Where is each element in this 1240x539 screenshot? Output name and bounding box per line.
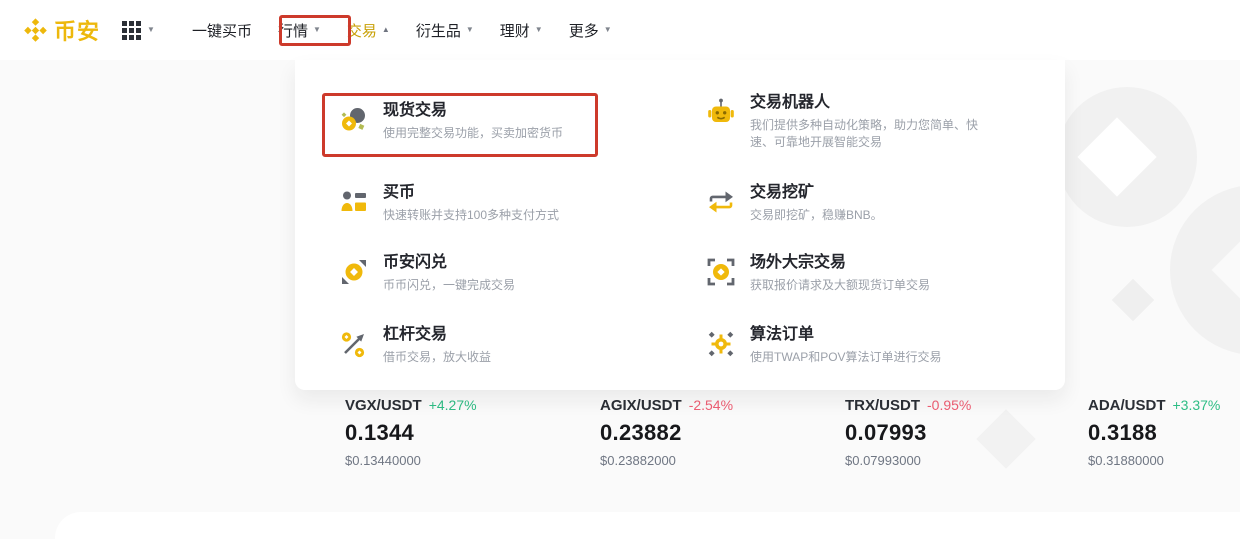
ticker-price: 0.07993: [845, 420, 927, 445]
convert-icon: [338, 256, 370, 288]
menu-item-desc: 快速转账并支持100多种支付方式: [383, 208, 560, 222]
chevron-down-icon: ▼: [147, 25, 155, 34]
menu-item-desc: 币币闪兑，一键完成交易: [383, 278, 516, 292]
menu-item-title: 币安闪兑: [383, 254, 448, 271]
nav-item-label: 衍生品: [415, 22, 461, 40]
apps-grid-icon: [122, 20, 142, 40]
trading-bot-icon: [705, 96, 737, 128]
chevron-up-icon: ▲: [381, 25, 390, 34]
trade-mining-icon: [705, 186, 737, 218]
ticker-usd-value: $0.07993000: [845, 453, 921, 468]
menu-item-title: 现货交易: [383, 102, 448, 119]
menu-item-title: 买币: [383, 184, 416, 201]
nav-item-label: 理财: [499, 22, 530, 40]
menu-item-title: 算法订单: [750, 326, 815, 343]
spot-trading-icon: [338, 104, 370, 136]
nav-item-derivatives[interactable]: 衍生品 ▼: [403, 12, 487, 49]
chevron-down-icon: ▼: [465, 25, 474, 34]
top-navbar: 币安 ▼ 一键买币 行情 ▼ 交易 ▲ 衍生品 ▼ 理财 ▼ 更多 ▼: [0, 0, 1240, 60]
binance-logo[interactable]: 币安: [22, 14, 100, 46]
binance-diamond-icon: [24, 17, 47, 42]
chevron-down-icon: ▼: [312, 25, 321, 34]
ticker-pair: ADA/USDT: [1088, 397, 1166, 414]
ticker-change: +4.27%: [428, 397, 477, 413]
nav-item-buy-crypto-express[interactable]: 一键买币: [179, 12, 265, 49]
nav-item-earn[interactable]: 理财 ▼: [487, 12, 556, 49]
ticker-pair: TRX/USDT: [845, 397, 920, 414]
ticker-card-agix[interactable]: AGIX/USDT -2.54% 0.23882 $0.23882000: [600, 397, 733, 468]
menu-item-buy-crypto[interactable]: 买币 快速转账并支持100多种支付方式: [338, 183, 559, 224]
nav-item-trade[interactable]: 交易 ▲: [334, 12, 403, 49]
menu-item-desc: 交易即挖矿，稳赚BNB。: [750, 208, 883, 222]
margin-icon: [338, 328, 370, 360]
ticker-usd-value: $0.13440000: [345, 453, 421, 468]
menu-item-desc: 我们提供多种自动化策略，助力您简单、快速、可靠地开展智能交易: [750, 118, 979, 149]
buy-crypto-icon: [338, 186, 370, 218]
nav-item-markets[interactable]: 行情 ▼: [265, 12, 334, 49]
ticker-card-trx[interactable]: TRX/USDT -0.95% 0.07993 $0.07993000: [845, 397, 971, 468]
ticker-change: -2.54%: [688, 397, 734, 413]
menu-item-desc: 借币交易，放大收益: [383, 350, 492, 364]
menu-item-margin[interactable]: 杠杆交易 借币交易，放大收益: [338, 325, 491, 366]
menu-item-convert[interactable]: 币安闪兑 币币闪兑，一键完成交易: [338, 253, 515, 294]
nav-item-label: 一键买币: [191, 22, 252, 40]
trade-dropdown-panel: 现货交易 使用完整交易功能，买卖加密货币 买币 快速转账并支持100多种支付方式…: [295, 60, 1065, 390]
ticker-change: -0.95%: [927, 397, 972, 413]
menu-item-title: 交易挖矿: [750, 184, 815, 201]
ticker-change: +3.37%: [1172, 397, 1221, 413]
ticker-price: 0.1344: [345, 420, 415, 445]
menu-item-title: 场外大宗交易: [750, 254, 847, 271]
ticker-pair: AGIX/USDT: [600, 397, 682, 414]
menu-item-desc: 使用完整交易功能，买卖加密货币: [383, 126, 564, 140]
ticker-price: 0.3188: [1088, 420, 1158, 445]
menu-item-algo-orders[interactable]: 算法订单 使用TWAP和POV算法订单进行交易: [705, 325, 942, 366]
nav-item-label: 交易: [346, 22, 377, 40]
decorative-diamond: [976, 409, 1036, 469]
decorative-diamond: [1111, 278, 1155, 322]
algo-order-icon: [705, 328, 737, 360]
nav-item-more[interactable]: 更多 ▼: [556, 12, 625, 49]
nav-item-label: 更多: [568, 22, 599, 40]
menu-item-title: 交易机器人: [750, 94, 831, 111]
ticker-price: 0.23882: [600, 420, 682, 445]
ticker-card-vgx[interactable]: VGX/USDT +4.27% 0.1344 $0.13440000: [345, 397, 477, 468]
menu-item-desc: 获取报价请求及大额现货订单交易: [750, 278, 931, 292]
ticker-usd-value: $0.31880000: [1088, 453, 1164, 468]
menu-item-spot-trading[interactable]: 现货交易 使用完整交易功能，买卖加密货币: [338, 101, 563, 142]
nav-items: 一键买币 行情 ▼ 交易 ▲ 衍生品 ▼ 理财 ▼ 更多 ▼: [179, 12, 625, 49]
chevron-down-icon: ▼: [534, 25, 543, 34]
menu-item-otc-block-trading[interactable]: 场外大宗交易 获取报价请求及大额现货订单交易: [705, 253, 930, 294]
nav-item-label: 行情: [277, 22, 308, 40]
brand-name: 币安: [54, 19, 101, 44]
ticker-pair: VGX/USDT: [345, 397, 422, 414]
ticker-card-ada[interactable]: ADA/USDT +3.37% 0.3188 $0.31880000: [1088, 397, 1220, 468]
menu-item-trade-mining[interactable]: 交易挖矿 交易即挖矿，稳赚BNB。: [705, 183, 883, 224]
chevron-down-icon: ▼: [603, 25, 612, 34]
apps-menu-button[interactable]: ▼: [122, 20, 155, 40]
ticker-usd-value: $0.23882000: [600, 453, 676, 468]
menu-item-title: 杠杆交易: [383, 326, 448, 343]
menu-item-trading-bots[interactable]: 交易机器人 我们提供多种自动化策略，助力您简单、快速、可靠地开展智能交易: [705, 93, 995, 151]
menu-item-desc: 使用TWAP和POV算法订单进行交易: [750, 350, 942, 364]
otc-icon: [705, 256, 737, 288]
content-card-top: [55, 512, 1240, 539]
